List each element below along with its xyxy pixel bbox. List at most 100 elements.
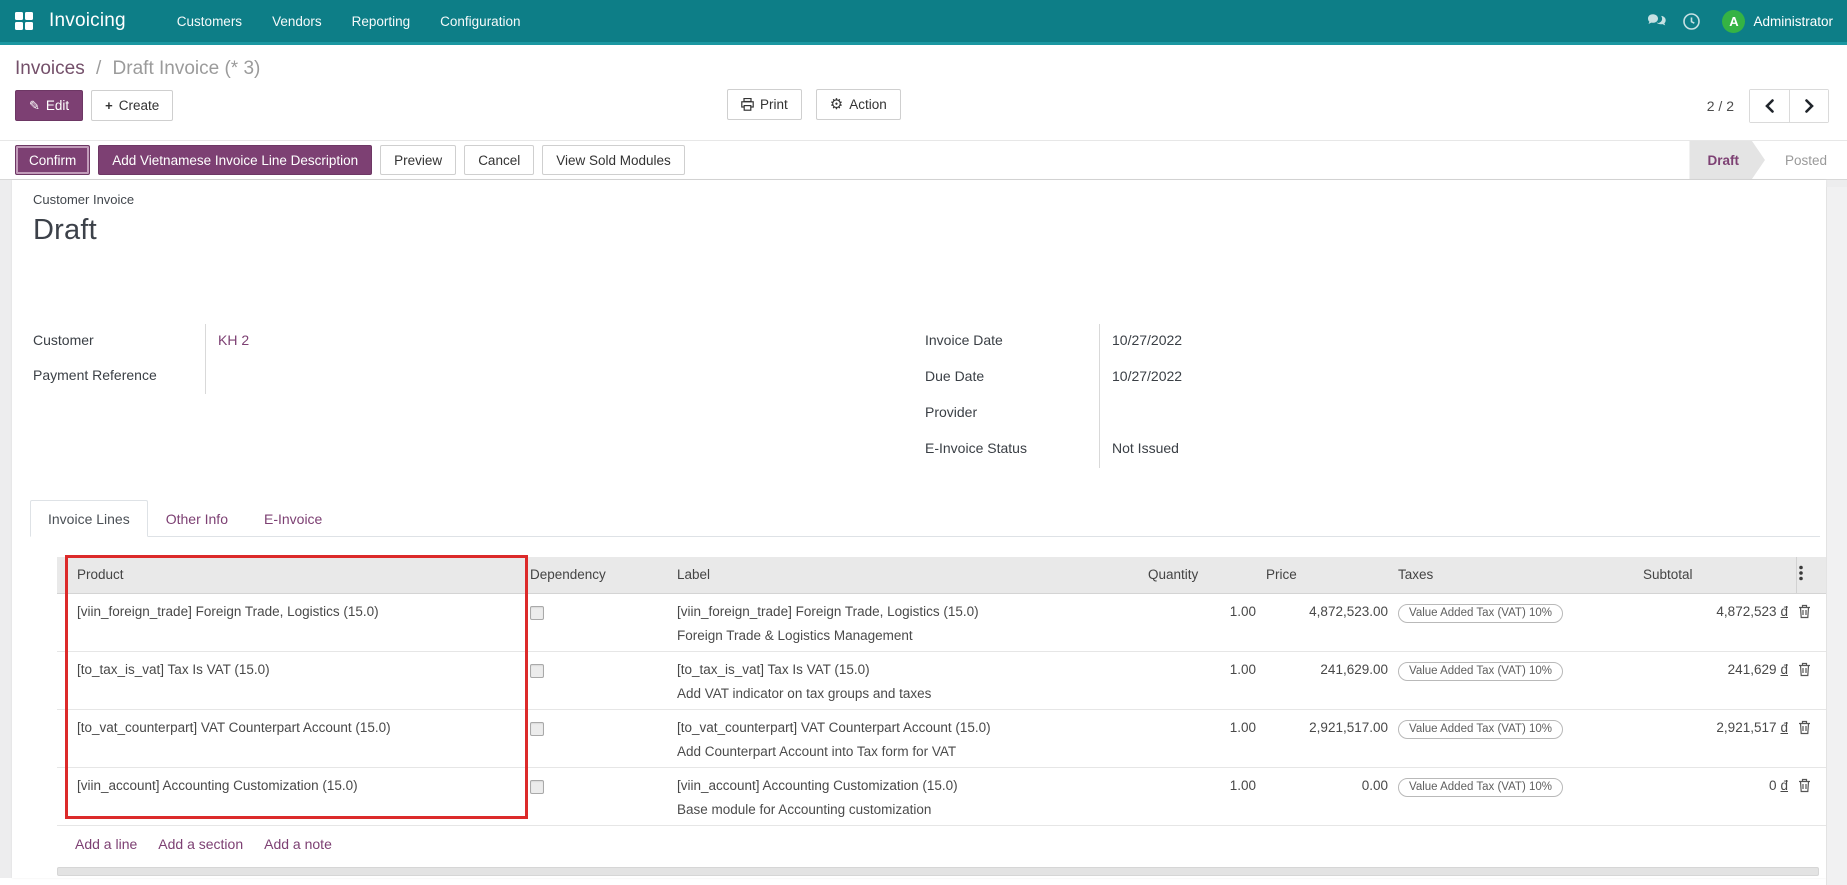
- price-cell[interactable]: 0.00: [1264, 767, 1396, 826]
- delete-row-button[interactable]: [1798, 778, 1811, 793]
- user-avatar[interactable]: A: [1722, 9, 1746, 33]
- menu-configuration[interactable]: Configuration: [425, 0, 535, 44]
- create-button-label: Create: [118, 97, 160, 113]
- app-name[interactable]: Invoicing: [49, 10, 126, 32]
- taxes-cell[interactable]: Value Added Tax (VAT) 10%: [1396, 651, 1641, 710]
- vertical-scrollbar[interactable]: [1826, 187, 1847, 885]
- quantity-cell[interactable]: 1.00: [1146, 709, 1264, 768]
- dependency-checkbox[interactable]: [530, 721, 544, 736]
- product-cell[interactable]: [viin_account] Accounting Customization …: [75, 767, 528, 826]
- delete-cell: [1796, 767, 1826, 826]
- label-cell[interactable]: [viin_account] Accounting Customization …: [675, 767, 1146, 826]
- document-type-label: Customer Invoice: [33, 192, 135, 207]
- due-date-value[interactable]: 10/27/2022: [1100, 360, 1525, 396]
- invoice-form-sheet: Customer Invoice Draft Customer Payment …: [12, 180, 1826, 878]
- dependency-cell: [528, 651, 675, 710]
- delete-cell: [1796, 709, 1826, 768]
- user-name[interactable]: Administrator: [1753, 14, 1833, 29]
- optional-columns-toggle[interactable]: [1795, 557, 1826, 594]
- quantity-cell[interactable]: 1.00: [1146, 767, 1264, 826]
- status-widget: Draft Posted: [1689, 141, 1847, 179]
- status-posted[interactable]: Posted: [1765, 141, 1847, 179]
- invoice-date-value[interactable]: 10/27/2022: [1100, 324, 1525, 360]
- tab-invoice-lines[interactable]: Invoice Lines: [30, 500, 148, 537]
- column-header-taxes[interactable]: Taxes: [1396, 557, 1641, 594]
- add-vietnamese-description-button[interactable]: Add Vietnamese Invoice Line Description: [98, 145, 373, 175]
- taxes-cell[interactable]: Value Added Tax (VAT) 10%: [1396, 593, 1641, 652]
- control-panel: Invoices / Draft Invoice (* 3) ✎ Edit + …: [0, 45, 1847, 140]
- delete-row-button[interactable]: [1798, 662, 1811, 677]
- left-field-values: KH 2: [205, 324, 673, 394]
- column-header-quantity[interactable]: Quantity: [1146, 557, 1264, 594]
- chevron-right-icon: [1804, 99, 1814, 113]
- product-cell[interactable]: [viin_foreign_trade] Foreign Trade, Logi…: [75, 593, 528, 652]
- label-line-1: [viin_foreign_trade] Foreign Trade, Logi…: [677, 603, 979, 619]
- table-row[interactable]: [viin_foreign_trade] Foreign Trade, Logi…: [57, 593, 1826, 652]
- tax-badge: Value Added Tax (VAT) 10%: [1398, 661, 1563, 681]
- menu-reporting[interactable]: Reporting: [337, 0, 426, 44]
- dependency-checkbox[interactable]: [530, 779, 544, 794]
- taxes-cell[interactable]: Value Added Tax (VAT) 10%: [1396, 767, 1641, 826]
- apps-menu-icon[interactable]: [12, 9, 36, 33]
- action-button[interactable]: ⚙ Action: [815, 89, 901, 120]
- delete-row-button[interactable]: [1798, 604, 1811, 619]
- column-header-product[interactable]: Product: [75, 557, 528, 594]
- sheet-background: Customer Invoice Draft Customer Payment …: [0, 180, 1847, 878]
- table-row[interactable]: [to_vat_counterpart] VAT Counterpart Acc…: [57, 709, 1826, 768]
- menu-customers[interactable]: Customers: [162, 0, 257, 44]
- invoice-lines-table: Product Dependency Label Quantity Price …: [57, 557, 1826, 826]
- pager-previous-button[interactable]: [1750, 90, 1789, 122]
- add-a-line-link[interactable]: Add a line: [75, 836, 137, 852]
- status-draft[interactable]: Draft: [1689, 141, 1765, 179]
- dependency-checkbox[interactable]: [530, 605, 544, 620]
- delete-row-button[interactable]: [1798, 720, 1811, 735]
- menu-vendors[interactable]: Vendors: [257, 0, 337, 44]
- price-cell[interactable]: 4,872,523.00: [1264, 593, 1396, 652]
- add-a-section-link[interactable]: Add a section: [158, 836, 243, 852]
- grid-icon: [15, 12, 33, 30]
- tab-e-invoice[interactable]: E-Invoice: [246, 500, 340, 537]
- preview-button[interactable]: Preview: [380, 145, 457, 175]
- create-button[interactable]: + Create: [91, 89, 174, 121]
- provider-value[interactable]: [1100, 396, 1525, 432]
- row-handle: [57, 767, 75, 826]
- label-cell[interactable]: [viin_foreign_trade] Foreign Trade, Logi…: [675, 593, 1146, 652]
- record-pager: 2 / 2: [1707, 89, 1829, 123]
- table-row[interactable]: [viin_account] Accounting Customization …: [57, 767, 1826, 826]
- breadcrumb-invoices-link[interactable]: Invoices: [15, 58, 85, 79]
- tax-badge: Value Added Tax (VAT) 10%: [1398, 603, 1563, 623]
- quantity-cell[interactable]: 1.00: [1146, 651, 1264, 710]
- cancel-button[interactable]: Cancel: [464, 145, 535, 175]
- taxes-cell[interactable]: Value Added Tax (VAT) 10%: [1396, 709, 1641, 768]
- view-sold-modules-button[interactable]: View Sold Modules: [542, 145, 685, 175]
- dependency-checkbox[interactable]: [530, 663, 544, 678]
- add-a-note-link[interactable]: Add a note: [264, 836, 332, 852]
- pager-next-button[interactable]: [1789, 90, 1828, 122]
- label-cell[interactable]: [to_vat_counterpart] VAT Counterpart Acc…: [675, 709, 1146, 768]
- price-cell[interactable]: 2,921,517.00: [1264, 709, 1396, 768]
- customer-value[interactable]: KH 2: [218, 332, 249, 348]
- messages-icon[interactable]: [1640, 0, 1674, 44]
- horizontal-scrollbar[interactable]: [57, 866, 1819, 876]
- print-button[interactable]: Print: [727, 89, 802, 120]
- delete-cell: [1796, 651, 1826, 710]
- column-header-price[interactable]: Price: [1264, 557, 1396, 594]
- activities-icon[interactable]: [1674, 0, 1708, 44]
- product-cell[interactable]: [to_vat_counterpart] VAT Counterpart Acc…: [75, 709, 528, 768]
- row-handle: [57, 593, 75, 652]
- price-cell[interactable]: 241,629.00: [1264, 651, 1396, 710]
- column-header-subtotal[interactable]: Subtotal: [1641, 557, 1796, 594]
- label-cell[interactable]: [to_tax_is_vat] Tax Is VAT (15.0) Add VA…: [675, 651, 1146, 710]
- subtotal-cell: 0đ: [1641, 767, 1796, 826]
- product-cell[interactable]: [to_tax_is_vat] Tax Is VAT (15.0): [75, 651, 528, 710]
- dependency-cell: [528, 593, 675, 652]
- table-row[interactable]: [to_tax_is_vat] Tax Is VAT (15.0) [to_ta…: [57, 651, 1826, 710]
- right-field-group: Invoice Date Due Date Provider E-Invoice…: [925, 324, 1525, 468]
- column-header-label[interactable]: Label: [675, 557, 1146, 594]
- payment-reference-value[interactable]: [206, 359, 673, 394]
- edit-button[interactable]: ✎ Edit: [15, 89, 84, 121]
- column-header-dependency[interactable]: Dependency: [528, 557, 675, 594]
- confirm-button[interactable]: Confirm: [15, 145, 91, 175]
- quantity-cell[interactable]: 1.00: [1146, 593, 1264, 652]
- tab-other-info[interactable]: Other Info: [148, 500, 246, 537]
